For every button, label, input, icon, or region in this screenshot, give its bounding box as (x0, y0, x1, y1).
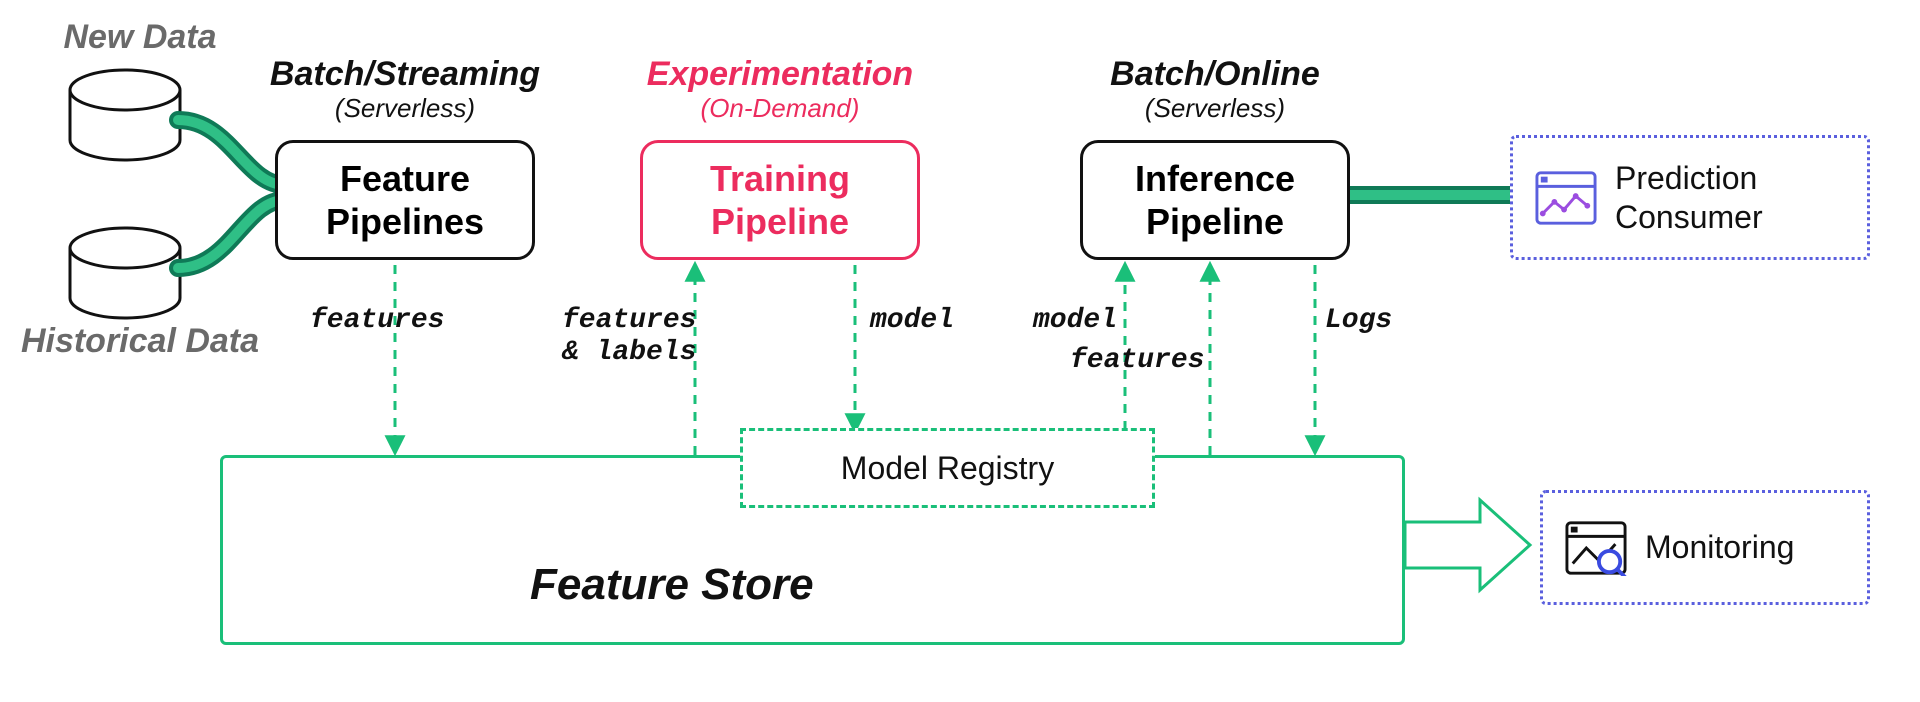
header-batch-streaming-line1: Batch/Streaming (250, 55, 560, 94)
header-batch-online-line1: Batch/Online (1060, 55, 1370, 94)
label-new-data: New Data (40, 18, 240, 57)
cylinder-new-data (70, 70, 180, 160)
edge-label-model-to-inference: model (1033, 305, 1117, 337)
label-feature-pipelines: Feature Pipelines (326, 157, 484, 243)
label-feature-store: Feature Store (530, 560, 814, 610)
edge-label-model-to-registry: model (870, 305, 954, 337)
label-historical-data: Historical Data (10, 322, 270, 361)
header-batch-streaming-line2: (Serverless) (250, 94, 560, 124)
box-inference-pipeline: Inference Pipeline (1080, 140, 1350, 260)
diagram-canvas: New Data Historical Data Batch/Streaming… (0, 0, 1920, 702)
edge-label-features-to-inference: features (1070, 345, 1204, 377)
feature-store-to-monitoring-arrow (1405, 500, 1530, 590)
label-prediction-consumer: Prediction Consumer (1615, 159, 1763, 236)
header-batch-streaming: Batch/Streaming (Serverless) (250, 55, 560, 124)
box-training-pipeline: Training Pipeline (640, 140, 920, 260)
box-feature-pipelines: Feature Pipelines (275, 140, 535, 260)
dashboard-chart-icon (1535, 170, 1597, 226)
label-monitoring: Monitoring (1645, 528, 1794, 566)
header-batch-online-line2: (Serverless) (1060, 94, 1370, 124)
box-monitoring: Monitoring (1540, 490, 1870, 605)
edge-label-features: features (310, 305, 444, 337)
box-prediction-consumer: Prediction Consumer (1510, 135, 1870, 260)
box-model-registry: Model Registry (740, 428, 1155, 508)
header-experimentation-line2: (On-Demand) (620, 94, 940, 124)
data-to-feature-pipes (178, 120, 285, 268)
edge-label-features-labels: features & labels (562, 305, 696, 369)
edge-label-logs: Logs (1325, 305, 1392, 337)
label-inference-pipeline: Inference Pipeline (1135, 157, 1295, 243)
label-training-pipeline: Training Pipeline (710, 157, 850, 243)
header-batch-online: Batch/Online (Serverless) (1060, 55, 1370, 124)
header-experimentation: Experimentation (On-Demand) (620, 55, 940, 124)
cylinder-historical-data (70, 228, 180, 318)
monitoring-icon (1565, 520, 1627, 576)
header-experimentation-line1: Experimentation (620, 55, 940, 94)
label-model-registry: Model Registry (841, 450, 1054, 487)
